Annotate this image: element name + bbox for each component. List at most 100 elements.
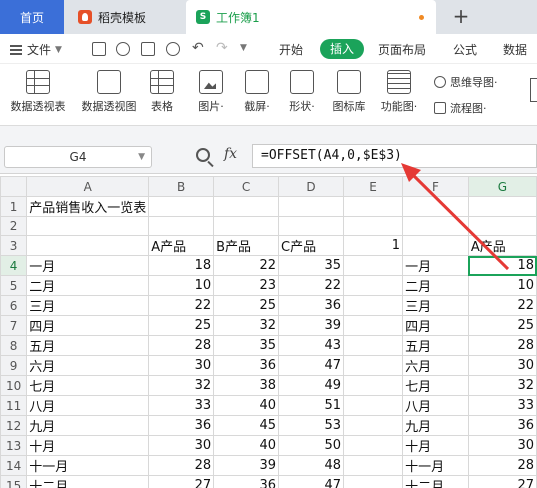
cell-f13[interactable]: 十月 (402, 435, 469, 456)
cell-a1[interactable]: 产品销售收入一览表 (26, 196, 150, 217)
cell-c1[interactable] (213, 196, 280, 217)
shape-button[interactable]: 形状· (283, 70, 321, 114)
cell-d6[interactable]: 36 (278, 295, 344, 316)
name-box-chevron-icon[interactable]: ▼ (138, 147, 145, 167)
cell-f7[interactable]: 四月 (402, 315, 469, 336)
cell-c9[interactable]: 36 (213, 355, 280, 376)
undo-icon[interactable]: ↶ (192, 40, 204, 56)
export-icon[interactable] (116, 42, 130, 56)
print-icon[interactable] (141, 42, 155, 56)
cell-c2[interactable] (213, 216, 280, 236)
cell-a11[interactable]: 八月 (26, 395, 150, 416)
row-header[interactable]: 7 (0, 315, 28, 336)
cell-g6[interactable]: 22 (467, 295, 537, 316)
cell-c10[interactable]: 38 (213, 375, 280, 396)
cell-c5[interactable]: 23 (213, 275, 280, 296)
cell-c15[interactable]: 36 (213, 475, 280, 488)
column-header-g[interactable]: G (467, 176, 537, 197)
cell-a15[interactable]: 十二月 (26, 475, 150, 488)
cell-g8[interactable]: 28 (467, 335, 537, 356)
cell-g13[interactable]: 30 (467, 435, 537, 456)
cell-a2[interactable] (26, 216, 150, 236)
cell-b2[interactable] (148, 216, 215, 236)
cell-f12[interactable]: 九月 (402, 415, 469, 436)
cell-c11[interactable]: 40 (213, 395, 280, 416)
column-header-e[interactable]: E (342, 176, 404, 197)
cell-a8[interactable]: 五月 (26, 335, 150, 356)
cell-g2[interactable] (467, 216, 537, 236)
row-header[interactable]: 10 (0, 375, 28, 396)
menu-insert[interactable]: 插入 (320, 39, 364, 59)
cell-f8[interactable]: 五月 (402, 335, 469, 356)
column-header-b[interactable]: B (148, 176, 215, 197)
cell-d7[interactable]: 39 (278, 315, 344, 336)
row-header[interactable]: 3 (0, 235, 28, 256)
cell-g12[interactable]: 36 (467, 415, 537, 436)
cell-b13[interactable]: 30 (148, 435, 215, 456)
cell-d8[interactable]: 43 (278, 335, 344, 356)
cell-a5[interactable]: 二月 (26, 275, 150, 296)
cell-f5[interactable]: 二月 (402, 275, 469, 296)
cell-d11[interactable]: 51 (278, 395, 344, 416)
cell-g11[interactable]: 33 (467, 395, 537, 416)
cell-e2[interactable] (342, 216, 404, 236)
flowchart-button[interactable]: 流程图· (434, 100, 487, 116)
cell-f14[interactable]: 十一月 (402, 455, 469, 476)
cell-c3[interactable]: B产品 (213, 235, 280, 256)
column-header-f[interactable]: F (402, 176, 469, 197)
table-button[interactable]: 表格 (146, 70, 178, 114)
column-header-d[interactable]: D (278, 176, 344, 197)
cell-e10[interactable] (342, 375, 404, 396)
cell-a6[interactable]: 三月 (26, 295, 150, 316)
cell-b14[interactable]: 28 (148, 455, 215, 476)
cell-d15[interactable]: 47 (278, 475, 344, 488)
cell-d2[interactable] (278, 216, 344, 236)
cell-f6[interactable]: 三月 (402, 295, 469, 316)
menu-formula[interactable]: 公式 (453, 41, 477, 58)
cell-f11[interactable]: 八月 (402, 395, 469, 416)
cell-e6[interactable] (342, 295, 404, 316)
row-header[interactable]: 15 (0, 475, 28, 488)
cell-c8[interactable]: 35 (213, 335, 280, 356)
cell-f9[interactable]: 六月 (402, 355, 469, 376)
cell-b1[interactable] (148, 196, 215, 217)
cell-a7[interactable]: 四月 (26, 315, 150, 336)
tab-home[interactable]: 首页 (0, 0, 64, 34)
select-all-corner[interactable] (0, 176, 28, 197)
cell-a10[interactable]: 七月 (26, 375, 150, 396)
tab-template[interactable]: 稻壳模板 (66, 0, 184, 34)
row-header[interactable]: 14 (0, 455, 28, 476)
row-header[interactable]: 13 (0, 435, 28, 456)
row-header[interactable]: 12 (0, 415, 28, 436)
cell-b3[interactable]: A产品 (148, 235, 215, 256)
cell-f4[interactable]: 一月 (402, 255, 469, 276)
mindmap-button[interactable]: 思维导图· (434, 74, 498, 90)
cell-e7[interactable] (342, 315, 404, 336)
pivot-table-button[interactable]: 数据透视表 (6, 70, 70, 114)
cell-g7[interactable]: 25 (467, 315, 537, 336)
print-preview-icon[interactable] (166, 42, 180, 56)
cell-g3[interactable]: A产品 (467, 235, 537, 256)
row-header[interactable]: 1 (0, 196, 28, 217)
cell-d13[interactable]: 50 (278, 435, 344, 456)
cell-g5[interactable]: 10 (467, 275, 537, 296)
cell-g1[interactable] (467, 196, 537, 217)
cell-f2[interactable] (402, 216, 469, 236)
cell-d1[interactable] (278, 196, 344, 217)
cell-e1[interactable] (342, 196, 404, 217)
cell-b8[interactable]: 28 (148, 335, 215, 356)
cell-b7[interactable]: 25 (148, 315, 215, 336)
column-header-a[interactable]: A (26, 176, 150, 197)
cell-d10[interactable]: 49 (278, 375, 344, 396)
row-header[interactable]: 8 (0, 335, 28, 356)
cell-e5[interactable] (342, 275, 404, 296)
cell-d9[interactable]: 47 (278, 355, 344, 376)
cell-c7[interactable]: 32 (213, 315, 280, 336)
row-header[interactable]: 4 (0, 255, 28, 276)
cell-f1[interactable] (402, 196, 469, 217)
cell-c6[interactable]: 25 (213, 295, 280, 316)
cell-e9[interactable] (342, 355, 404, 376)
cell-a13[interactable]: 十月 (26, 435, 150, 456)
cell-b15[interactable]: 27 (148, 475, 215, 488)
cell-b4[interactable]: 18 (148, 255, 215, 276)
